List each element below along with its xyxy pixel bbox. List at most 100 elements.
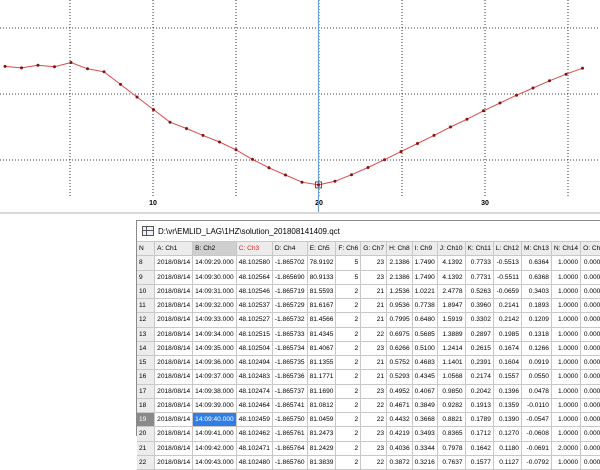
table-cell[interactable]: 2018/08/14 xyxy=(154,355,194,371)
table-cell[interactable]: 0.0550 xyxy=(521,369,552,385)
column-header[interactable]: E: Ch5 xyxy=(307,242,337,257)
table-cell[interactable]: 0.4952 xyxy=(386,384,413,399)
table-row[interactable]: 22 2018/08/14 14:09:43.000 48.102480 -1.8657… xyxy=(137,455,600,470)
table-cell[interactable]: 0.2141 xyxy=(493,298,522,314)
table-cell[interactable]: 48.102537 xyxy=(236,298,273,314)
table-cell[interactable]: 81.2473 xyxy=(307,426,337,442)
table-cell[interactable]: 0.2391 xyxy=(465,355,494,371)
table-cell[interactable]: 48.102504 xyxy=(236,341,273,357)
row-number[interactable]: 9 xyxy=(137,270,156,285)
column-header[interactable]: D: Ch4 xyxy=(272,242,308,257)
plot-canvas[interactable]: 102030 xyxy=(0,0,600,212)
data-point[interactable] xyxy=(168,120,172,124)
table-cell[interactable]: -1.865702 xyxy=(272,255,308,271)
table-window[interactable]: D:\vr\EMLID_LAG\1HZ\solution_20180814140… xyxy=(136,220,600,470)
table-cell[interactable]: 14:09:29.000 xyxy=(192,255,237,271)
table-cell[interactable]: 0.7733 xyxy=(465,255,494,271)
table-cell[interactable]: 1.2536 xyxy=(386,284,413,300)
table-cell[interactable]: 23 xyxy=(360,270,388,285)
table-cell[interactable]: 48.102471 xyxy=(236,441,273,456)
data-point[interactable] xyxy=(383,158,386,162)
table-cell[interactable]: 14:09:37.000 xyxy=(192,369,237,385)
table-cell[interactable]: 0.3403 xyxy=(521,284,552,300)
table-cell[interactable]: 0.3216 xyxy=(412,455,438,470)
table-cell[interactable]: 2 xyxy=(335,455,362,470)
table-cell[interactable]: -1.865737 xyxy=(272,384,308,399)
data-point[interactable] xyxy=(515,93,518,97)
column-header[interactable]: J: Ch10 xyxy=(437,242,466,257)
row-number[interactable]: 15 xyxy=(137,355,156,371)
data-point[interactable] xyxy=(465,117,469,121)
table-cell[interactable]: 0.6975 xyxy=(386,327,413,342)
plot-area[interactable]: 102030 xyxy=(0,0,600,212)
data-point[interactable] xyxy=(20,66,23,70)
table-cell[interactable]: 2018/08/14 xyxy=(154,341,194,357)
table-cell[interactable]: 14:09:33.000 xyxy=(192,312,237,328)
table-cell[interactable]: 21 xyxy=(360,312,388,328)
data-point[interactable] xyxy=(366,166,370,169)
table-cell[interactable]: 0.0000 xyxy=(580,270,600,285)
table-cell[interactable]: 81.0812 xyxy=(307,398,337,414)
table-cell[interactable]: 0.4432 xyxy=(386,412,413,428)
data-point[interactable] xyxy=(119,82,122,86)
table-cell[interactable]: 0.4671 xyxy=(386,398,413,414)
table-cell[interactable]: 2.4778 xyxy=(437,284,466,300)
table-cell[interactable]: 14:09:31.000 xyxy=(192,284,237,300)
table-cell[interactable]: 22 xyxy=(360,327,388,342)
row-number[interactable]: 21 xyxy=(137,441,156,456)
table-cell[interactable]: 21 xyxy=(360,298,388,314)
table-cell[interactable]: -1.865732 xyxy=(272,312,308,328)
table-cell[interactable]: 0.0000 xyxy=(580,369,600,385)
table-cell[interactable]: 81.5593 xyxy=(307,284,337,300)
table-cell[interactable]: 0.5263 xyxy=(465,284,494,300)
table-cell[interactable]: 0.1642 xyxy=(465,441,494,456)
table-cell[interactable]: 0.7731 xyxy=(465,270,494,285)
table-cell[interactable]: 0.1674 xyxy=(493,341,522,357)
table-cell[interactable]: -1.865733 xyxy=(272,327,308,342)
table-window-titlebar[interactable]: D:\vr\EMLID_LAG\1HZ\solution_20180814140… xyxy=(137,221,600,242)
table-cell[interactable]: 2018/08/14 xyxy=(154,384,194,399)
data-point[interactable] xyxy=(300,180,304,184)
row-number[interactable]: 16 xyxy=(137,369,156,385)
table-cell[interactable]: 48.102546 xyxy=(236,284,273,300)
row-number-header[interactable]: N xyxy=(137,242,156,257)
data-point[interactable] xyxy=(267,166,271,170)
table-cell[interactable]: 1.3889 xyxy=(437,327,466,342)
table-cell[interactable]: 2 xyxy=(335,355,362,371)
data-point[interactable] xyxy=(449,125,452,129)
table-cell[interactable]: -0.0659 xyxy=(493,284,522,300)
table-cell[interactable]: 0.0000 xyxy=(580,455,600,470)
table-cell[interactable]: 1.2414 xyxy=(437,341,466,357)
table-cell[interactable]: 0.0000 xyxy=(580,426,600,442)
table-cell[interactable]: 2.1386 xyxy=(386,270,413,285)
table-cell[interactable]: 1.0000 xyxy=(551,384,582,399)
table-cell[interactable]: 0.2142 xyxy=(493,312,522,328)
table-cell[interactable]: 14:09:42.000 xyxy=(192,441,237,456)
table-cell[interactable]: -1.865764 xyxy=(272,441,308,456)
table-cell[interactable]: 4.1392 xyxy=(437,270,466,285)
table-cell[interactable]: 1.0000 xyxy=(551,455,582,470)
data-point[interactable] xyxy=(102,70,106,74)
row-number[interactable]: 13 xyxy=(137,327,156,342)
table-cell[interactable]: 4.1392 xyxy=(437,255,466,271)
table-cell[interactable]: 0.3344 xyxy=(412,441,438,456)
table-cell[interactable]: 1.0221 xyxy=(412,284,438,300)
data-point[interactable] xyxy=(135,95,139,99)
column-header[interactable]: K: Ch11 xyxy=(465,242,494,257)
table-cell[interactable]: 0.1359 xyxy=(493,398,522,414)
data-point[interactable] xyxy=(581,66,584,70)
table-cell[interactable]: 81.4067 xyxy=(307,341,337,357)
table-cell[interactable]: 81.3839 xyxy=(307,455,337,470)
table-cell[interactable]: 2018/08/14 xyxy=(154,327,194,342)
table-cell[interactable]: 22 xyxy=(360,412,388,428)
table-cell[interactable]: -1.865735 xyxy=(272,355,308,371)
table-cell[interactable]: 0.1209 xyxy=(521,312,552,328)
table-cell[interactable]: 2018/08/14 xyxy=(154,369,194,385)
table-cell[interactable]: 0.1577 xyxy=(465,455,494,470)
data-point[interactable] xyxy=(399,150,403,154)
data-point[interactable] xyxy=(531,86,535,90)
table-cell[interactable]: 78.9192 xyxy=(307,255,337,271)
table-cell[interactable]: 0.3960 xyxy=(465,298,494,314)
table-cell[interactable]: 2 xyxy=(335,426,362,442)
table-cell[interactable]: 0.0000 xyxy=(580,355,600,371)
